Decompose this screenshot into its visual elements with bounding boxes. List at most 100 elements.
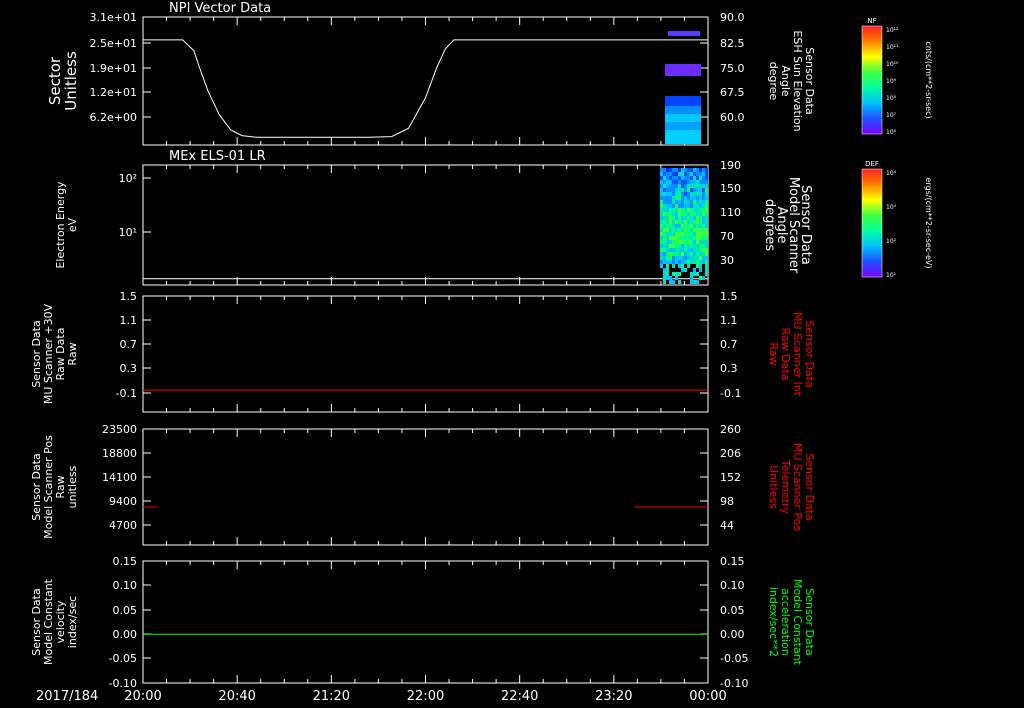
heatmap-cell (672, 272, 675, 276)
y2-tick-label: 82.5 (720, 37, 745, 50)
heatmap-cell (660, 240, 663, 244)
heatmap-cell (666, 248, 669, 252)
heatmap-cell (660, 188, 663, 192)
heatmap-cell (693, 236, 696, 240)
heatmap-cell (696, 216, 699, 220)
heatmap-cell (666, 264, 669, 268)
heatmap-cell (681, 240, 684, 244)
heatmap-cell (669, 172, 672, 176)
heatmap-cell (666, 192, 669, 196)
heatmap-cell (684, 268, 687, 272)
heatmap-cell (665, 96, 701, 106)
heatmap-cell (684, 232, 687, 236)
heatmap-cell (665, 64, 701, 76)
heatmap-cell (693, 228, 696, 232)
heatmap-cell (678, 212, 681, 216)
colorbar-tick: 10⁶ (886, 129, 897, 136)
heatmap-cell (666, 188, 669, 192)
heatmap-cell (702, 256, 705, 260)
y-tick-label: 1.2e+01 (90, 86, 137, 99)
heatmap-cell (699, 192, 702, 196)
heatmap-cell (696, 272, 699, 276)
heatmap-cell (669, 276, 672, 280)
heatmap-cell (663, 220, 666, 224)
heatmap-cell (669, 212, 672, 216)
heatmap-cell (675, 224, 678, 228)
heatmap-cell (681, 176, 684, 180)
heatmap-cell (690, 228, 693, 232)
heatmap-cell (669, 224, 672, 228)
heatmap-cell (702, 212, 705, 216)
heatmap-cell (693, 188, 696, 192)
colorbar-tick: 10³ (886, 204, 897, 211)
heatmap-cell (663, 172, 666, 176)
heatmap-cell (696, 188, 699, 192)
heatmap-cell (684, 196, 687, 200)
heatmap-cell (675, 272, 678, 276)
y2-tick-label: -0.05 (720, 652, 748, 665)
heatmap-cell (678, 172, 681, 176)
heatmap-cell (663, 192, 666, 196)
heatmap-cell (693, 168, 696, 172)
heatmap-cell (705, 192, 708, 196)
heatmap-cell (660, 168, 663, 172)
heatmap-cell (681, 224, 684, 228)
heatmap-cell (702, 248, 705, 252)
colorbar-tick: 10⁸ (886, 95, 897, 102)
heatmap-cell (660, 232, 663, 236)
heatmap-cell (693, 232, 696, 236)
y2-axis-label: index/sec**2 (767, 587, 780, 657)
heatmap-cell (705, 220, 708, 224)
heatmap-cell (702, 188, 705, 192)
heatmap-cell (690, 196, 693, 200)
heatmap-cell (663, 196, 666, 200)
heatmap-cell (705, 224, 708, 228)
colorbar-tick: 10² (886, 238, 897, 245)
heatmap-cell (693, 200, 696, 204)
heatmap-cell (666, 180, 669, 184)
heatmap-cell (675, 208, 678, 212)
heatmap-cell (693, 224, 696, 228)
heatmap-cell (663, 180, 666, 184)
heatmap-cell (675, 252, 678, 256)
x-tick-label: 21:20 (313, 689, 350, 704)
heatmap-cell (687, 252, 690, 256)
y2-axis-label: Unitless (767, 465, 780, 509)
heatmap-cell (690, 184, 693, 188)
heatmap-cell (684, 168, 687, 172)
y-tick-label: -0.05 (109, 652, 137, 665)
heatmap-cell (705, 236, 708, 240)
heatmap-cell (693, 220, 696, 224)
y2-tick-label: -0.1 (720, 387, 741, 400)
colorbar-gradient (861, 168, 883, 278)
heatmap-cell (699, 256, 702, 260)
y2-tick-label: 260 (720, 423, 741, 436)
heatmap-cell (693, 204, 696, 208)
y-tick-label: 0.10 (113, 579, 138, 592)
heatmap-cell (702, 240, 705, 244)
heatmap-cell (675, 228, 678, 232)
heatmap-cell (690, 248, 693, 252)
heatmap-cell (687, 200, 690, 204)
heatmap-cell (690, 172, 693, 176)
heatmap-cell (666, 168, 669, 172)
y-tick-label: 14100 (102, 471, 137, 484)
heatmap-cell (699, 220, 702, 224)
heatmap-cell (663, 216, 666, 220)
heatmap-cell (690, 260, 693, 264)
heatmap-cell (669, 180, 672, 184)
heatmap-cell (660, 172, 663, 176)
heatmap-cell (666, 172, 669, 176)
heatmap-cell (687, 204, 690, 208)
y-tick-label: 2.5e+01 (90, 37, 137, 50)
heatmap-cell (660, 196, 663, 200)
heatmap-cell (669, 208, 672, 212)
y-tick-label: 0.00 (113, 628, 138, 641)
y2-tick-label: 1.5 (720, 290, 738, 303)
heatmap-cell (672, 188, 675, 192)
y-tick-label: 9400 (109, 495, 137, 508)
heatmap-cell (678, 168, 681, 172)
heatmap-cell (687, 188, 690, 192)
heatmap-cell (663, 176, 666, 180)
heatmap-cell (660, 252, 663, 256)
